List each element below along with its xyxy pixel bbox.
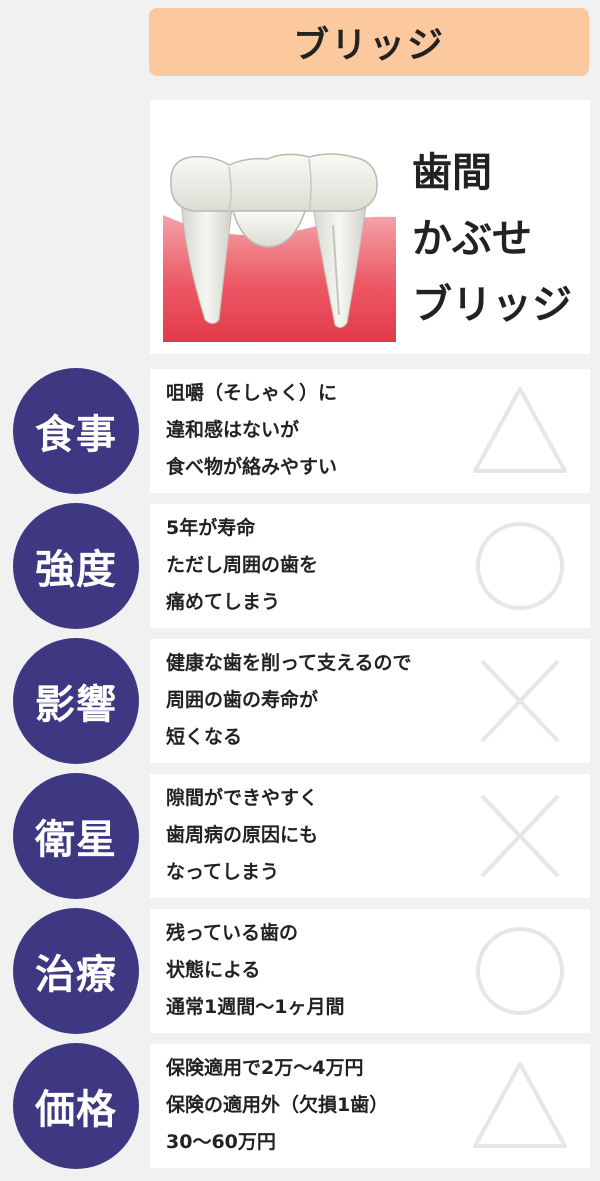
category-badge: 治療 xyxy=(13,908,139,1034)
row-card: 保険適用で2万〜4万円 保険の適用外（欠損1歯） 30〜60万円 xyxy=(150,1044,590,1168)
description-line: 通常1週間〜1ヶ月間 xyxy=(166,996,345,1018)
category-badge: 食事 xyxy=(13,368,139,494)
description-line: 保険の適用外（欠損1歯） xyxy=(166,1094,389,1116)
description-line: ただし周囲の歯を xyxy=(166,554,319,576)
description-line: 30〜60万円 xyxy=(166,1131,276,1153)
description-line: 状態による xyxy=(166,959,261,981)
row-card: 5年が寿命 ただし周囲の歯を 痛めてしまう xyxy=(150,504,590,628)
row-description: 残っている歯の 状態による 通常1週間〜1ヶ月間 xyxy=(166,915,344,1026)
description-line: 残っている歯の xyxy=(166,922,299,944)
row-description: 健康な歯を削って支えるので 周囲の歯の寿命が 短くなる xyxy=(166,645,411,756)
description-line: 隙間ができやすく xyxy=(166,787,319,809)
description-line: 短くなる xyxy=(166,726,243,748)
row-card: 残っている歯の 状態による 通常1週間〜1ヶ月間 xyxy=(150,909,590,1033)
row-meal: 食事 咀嚼（そしゃく）に 違和感はないが 食べ物が絡みやすい xyxy=(0,368,600,494)
row-card: 咀嚼（そしゃく）に 違和感はないが 食べ物が絡みやすい xyxy=(150,369,590,493)
description-line: 歯周病の原因にも xyxy=(166,824,319,846)
row-treatment: 治療 残っている歯の 状態による 通常1週間〜1ヶ月間 xyxy=(0,908,600,1034)
description-line: 保険適用で2万〜4万円 xyxy=(166,1057,364,1079)
bridge-teeth-illustration xyxy=(163,115,396,342)
hero-label: 歯間 かぶせ ブリッジ xyxy=(412,140,572,338)
description-line: 5年が寿命 xyxy=(166,517,256,539)
category-badge: 強度 xyxy=(13,503,139,629)
description-line: 違和感はないが xyxy=(166,419,300,441)
description-line: 痛めてしまう xyxy=(166,591,281,613)
row-price: 価格 保険適用で2万〜4万円 保険の適用外（欠損1歯） 30〜60万円 xyxy=(0,1043,600,1169)
hero-card: 歯間 かぶせ ブリッジ xyxy=(150,100,590,354)
cross-icon xyxy=(480,794,560,878)
row-card: 健康な歯を削って支えるので 周囲の歯の寿命が 短くなる xyxy=(150,639,590,763)
triangle-icon xyxy=(473,1062,567,1148)
description-line: 咀嚼（そしゃく）に xyxy=(166,382,338,404)
category-badge: 価格 xyxy=(13,1043,139,1169)
row-description: 隙間ができやすく 歯周病の原因にも なってしまう xyxy=(166,780,318,891)
category-badge: 影響 xyxy=(13,638,139,764)
triangle-icon xyxy=(473,387,567,473)
row-description: 咀嚼（そしゃく）に 違和感はないが 食べ物が絡みやすい xyxy=(166,375,337,486)
row-impact: 影響 健康な歯を削って支えるので 周囲の歯の寿命が 短くなる xyxy=(0,638,600,764)
description-line: 食べ物が絡みやすい xyxy=(166,456,338,478)
description-line: 健康な歯を削って支えるので xyxy=(166,652,412,674)
description-line: なってしまう xyxy=(166,861,280,883)
hero-line: かぶせ xyxy=(412,216,532,262)
hero-line: 歯間 xyxy=(412,150,492,196)
circle-icon xyxy=(476,522,564,610)
row-description: 5年が寿命 ただし周囲の歯を 痛めてしまう xyxy=(166,510,318,621)
circle-icon xyxy=(476,927,564,1015)
hero-line: ブリッジ xyxy=(412,282,572,328)
category-badge: 衛星 xyxy=(13,773,139,899)
page-title: ブリッジ xyxy=(149,8,589,76)
row-description: 保険適用で2万〜4万円 保険の適用外（欠損1歯） 30〜60万円 xyxy=(166,1050,388,1161)
row-hygiene: 衛星 隙間ができやすく 歯周病の原因にも なってしまう xyxy=(0,773,600,899)
row-card: 隙間ができやすく 歯周病の原因にも なってしまう xyxy=(150,774,590,898)
description-line: 周囲の歯の寿命が xyxy=(166,689,319,711)
row-strength: 強度 5年が寿命 ただし周囲の歯を 痛めてしまう xyxy=(0,503,600,629)
cross-icon xyxy=(480,659,560,743)
